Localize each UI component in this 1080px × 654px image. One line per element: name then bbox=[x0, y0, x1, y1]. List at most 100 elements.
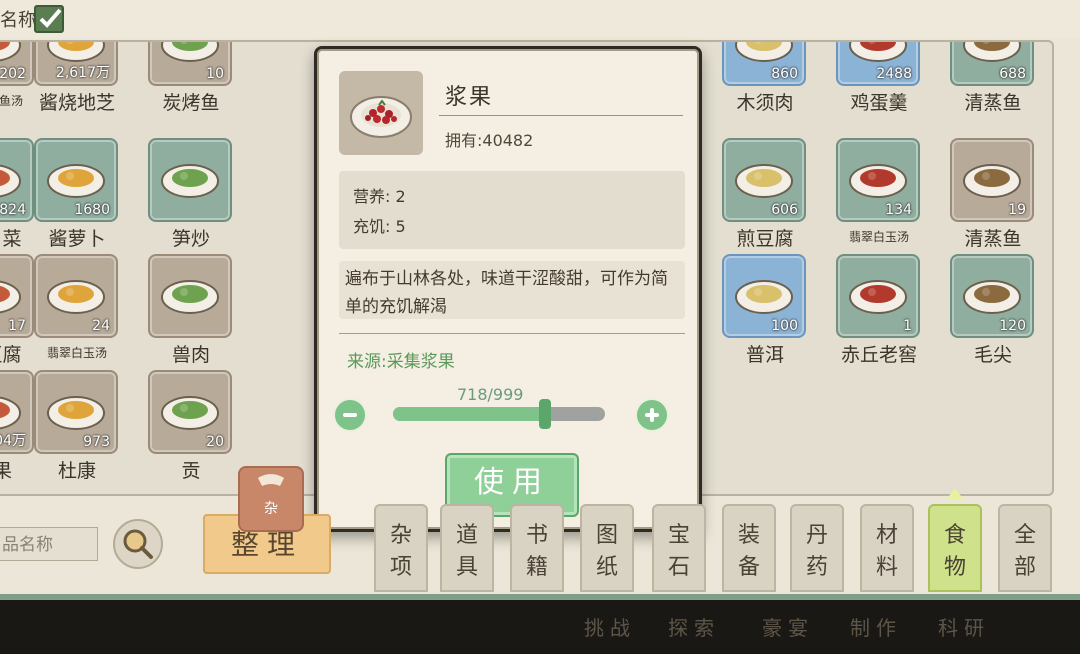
item-name: 笋炒 bbox=[171, 228, 210, 250]
dish-icon bbox=[963, 163, 1021, 198]
dish-icon bbox=[849, 163, 907, 198]
inventory-item[interactable]: 202 萝卜鲫鱼汤 bbox=[0, 42, 36, 109]
nav-item[interactable]: 豪宴 bbox=[762, 612, 814, 641]
search-button[interactable] bbox=[113, 519, 163, 569]
item-name: 煎豆腐 bbox=[0, 344, 22, 366]
item-card[interactable]: 202 bbox=[0, 42, 34, 86]
item-card[interactable]: 606 bbox=[722, 138, 806, 222]
inventory-item[interactable]: 笋炒 bbox=[148, 138, 234, 251]
tab-category[interactable]: 道具 bbox=[440, 504, 494, 592]
inventory-item[interactable]: 606 煎豆腐 bbox=[722, 138, 808, 251]
item-card[interactable]: 2,617万 bbox=[34, 42, 118, 86]
increase-quantity-button[interactable] bbox=[635, 398, 669, 432]
inventory-item[interactable]: 120 毛尖 bbox=[950, 254, 1036, 367]
item-card[interactable]: 2488 bbox=[836, 42, 920, 86]
inventory-item[interactable]: 20 贡 bbox=[148, 370, 234, 483]
item-card[interactable]: 688 bbox=[950, 42, 1034, 86]
tab-category[interactable]: 全部 bbox=[998, 504, 1052, 592]
inventory-item[interactable]: 688 清蒸鱼 bbox=[950, 42, 1036, 115]
dish-icon bbox=[161, 163, 219, 198]
item-card[interactable]: 100 bbox=[722, 254, 806, 338]
item-description: 遍布于山林各处，味道干涩酸甜，可作为简单的充饥解渴 bbox=[345, 269, 668, 317]
item-card[interactable]: 1 bbox=[836, 254, 920, 338]
inventory-item[interactable]: 10 炭烤鱼 bbox=[148, 42, 234, 115]
tab-category[interactable]: 食物 bbox=[928, 504, 982, 592]
item-card[interactable]: 120 bbox=[950, 254, 1034, 338]
item-card[interactable]: 4.04万 bbox=[0, 370, 34, 454]
tab-category[interactable]: 装备 bbox=[722, 504, 776, 592]
dish-icon bbox=[735, 279, 793, 314]
item-card[interactable]: 17 bbox=[0, 254, 34, 338]
item-title: 浆果 bbox=[445, 85, 494, 110]
item-card[interactable]: 134 bbox=[836, 138, 920, 222]
item-count: 202 bbox=[0, 66, 26, 82]
inventory-item[interactable]: 兽肉 bbox=[148, 254, 234, 367]
item-card[interactable]: 3824 bbox=[0, 138, 34, 222]
item-name: 萝卜鲫鱼汤 bbox=[0, 94, 23, 108]
nav-item[interactable]: 挑战 bbox=[584, 612, 636, 641]
inventory-item[interactable]: 134 翡翠白玉汤 bbox=[836, 138, 922, 245]
title-divider bbox=[439, 115, 683, 116]
item-count: 1680 bbox=[74, 202, 110, 218]
tab-category[interactable]: 杂项 bbox=[374, 504, 428, 592]
tab-category[interactable]: 宝石 bbox=[652, 504, 706, 592]
inventory-item[interactable]: 1 赤丘老窖 bbox=[836, 254, 922, 367]
nav-item[interactable]: 制作 bbox=[850, 612, 902, 641]
item-count: 19 bbox=[1008, 202, 1026, 218]
dish-icon bbox=[963, 279, 1021, 314]
satiety-stat: 充饥: 5 bbox=[353, 217, 406, 236]
inventory-item[interactable]: 3824 炒白菜 bbox=[0, 138, 36, 251]
item-name: 炒白菜 bbox=[0, 228, 22, 250]
item-card[interactable] bbox=[148, 254, 232, 338]
inventory-item[interactable]: 100 普洱 bbox=[722, 254, 808, 367]
item-icon bbox=[339, 71, 423, 155]
category-badge[interactable]: 杂 bbox=[238, 466, 304, 532]
dish-icon bbox=[0, 42, 21, 62]
dish-icon bbox=[849, 42, 907, 62]
item-count: 24 bbox=[92, 318, 110, 334]
item-name: 兽肉 bbox=[171, 344, 210, 366]
item-card[interactable]: 860 bbox=[722, 42, 806, 86]
inventory-item[interactable]: 973 杜康 bbox=[34, 370, 120, 483]
dish-icon bbox=[161, 395, 219, 430]
item-card[interactable]: 1680 bbox=[34, 138, 118, 222]
inventory-item[interactable]: 19 清蒸鱼 bbox=[950, 138, 1036, 251]
item-card[interactable]: 19 bbox=[950, 138, 1034, 222]
inventory-item[interactable]: 2488 鸡蛋羹 bbox=[836, 42, 922, 115]
item-count: 100 bbox=[771, 318, 798, 334]
item-source: 来源:采集浆果 bbox=[347, 352, 455, 372]
item-card[interactable]: 10 bbox=[148, 42, 232, 86]
item-name: 炭烤鱼 bbox=[162, 92, 220, 114]
inventory-item[interactable]: 17 煎豆腐 bbox=[0, 254, 36, 367]
item-count: 2488 bbox=[876, 66, 912, 82]
item-card[interactable]: 973 bbox=[34, 370, 118, 454]
stats-box: 营养: 2 充饥: 5 bbox=[339, 171, 685, 249]
nav-item[interactable]: 科研 bbox=[938, 612, 990, 641]
item-card[interactable]: 20 bbox=[148, 370, 232, 454]
tab-category[interactable]: 材料 bbox=[860, 504, 914, 592]
show-names-checkbox[interactable] bbox=[34, 5, 64, 33]
item-count: 3824 bbox=[0, 202, 26, 218]
item-count: 134 bbox=[885, 202, 912, 218]
tab-category[interactable]: 丹药 bbox=[790, 504, 844, 592]
dish-icon bbox=[0, 164, 21, 198]
inventory-item[interactable]: 24 翡翠白玉汤 bbox=[34, 254, 120, 361]
inventory-item[interactable]: 860 木须肉 bbox=[722, 42, 808, 115]
nav-item[interactable]: 探索 bbox=[668, 612, 720, 641]
inventory-item[interactable]: 2,617万 酱烧地芝 bbox=[34, 42, 120, 115]
item-count: 1 bbox=[903, 318, 912, 334]
search-input[interactable]: 品名称 bbox=[0, 527, 98, 561]
inventory-item[interactable]: 1680 酱萝卜 bbox=[34, 138, 120, 251]
item-detail-popup: 浆果 拥有:40482 营养: 2 充饥: 5 遍布于山林各处，味道干涩酸甜，可… bbox=[314, 46, 702, 532]
dish-icon bbox=[735, 42, 793, 62]
quantity-slider[interactable] bbox=[393, 399, 605, 429]
slider-handle[interactable] bbox=[539, 399, 552, 429]
decrease-quantity-button[interactable] bbox=[333, 398, 367, 432]
tab-category[interactable]: 书籍 bbox=[510, 504, 564, 592]
inventory-item[interactable]: 4.04万浆果 bbox=[0, 370, 36, 483]
tab-category[interactable]: 图纸 bbox=[580, 504, 634, 592]
item-card[interactable]: 24 bbox=[34, 254, 118, 338]
slider-fill bbox=[393, 407, 546, 421]
item-card[interactable] bbox=[148, 138, 232, 222]
dish-icon bbox=[47, 395, 105, 430]
